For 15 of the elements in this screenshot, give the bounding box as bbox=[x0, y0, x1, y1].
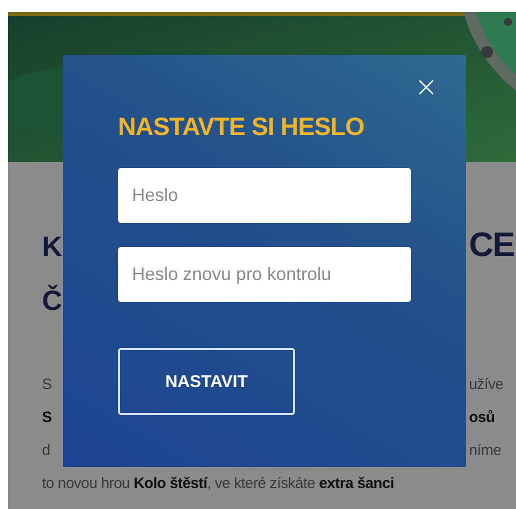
paragraph-text: užíve bbox=[469, 375, 504, 395]
heading-text: Č bbox=[42, 284, 62, 318]
paragraph-text: d bbox=[42, 441, 50, 461]
paragraph-text: to novou hrou Kolo štěstí, ve které získáte extra šanci bbox=[42, 474, 394, 494]
password-field[interactable]: Heslo znovu pro kontrolu bbox=[118, 247, 411, 302]
submit-button[interactable]: NASTAVIT bbox=[118, 348, 295, 415]
paragraph-text: S bbox=[42, 408, 52, 428]
heading-text: CE bbox=[469, 225, 516, 266]
dialog-title: NASTAVTE SI HESLO bbox=[118, 113, 364, 142]
heading-text: K bbox=[42, 230, 62, 264]
close-button[interactable]: × bbox=[410, 73, 442, 101]
paragraph-text: níme bbox=[469, 441, 502, 461]
paragraph-text: S bbox=[42, 375, 52, 395]
paragraph-text: osů bbox=[469, 408, 496, 428]
password-field[interactable]: Heslo bbox=[118, 168, 411, 223]
